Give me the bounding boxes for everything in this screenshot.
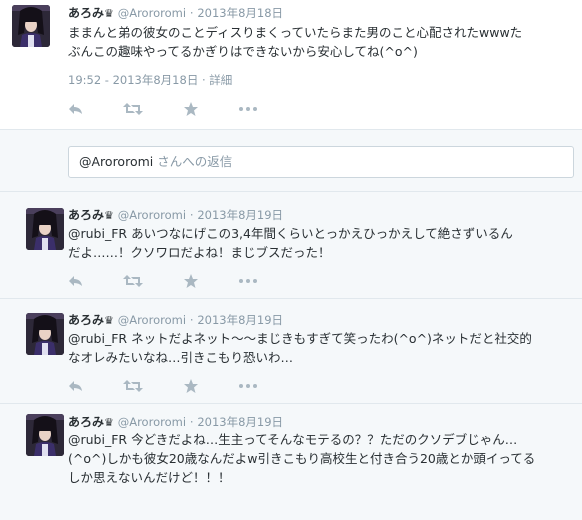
favorite-icon[interactable] <box>183 101 203 117</box>
reply-tweet: あろみ♛ @Arororomi · 2013年8月19日 @rubi_FR 今ど… <box>0 404 582 520</box>
tweet-text-line: (^o^)しかも彼女20歳なんだよw引きこもり高校生と付き合う20歳とか頭イって… <box>68 451 536 466</box>
separator: · <box>189 6 194 20</box>
tweet-actions <box>68 273 268 289</box>
tweet-text: ままんと弟の彼女のことディスりまくっていたらまた男のこと心配されたwwwた ぶん… <box>68 23 522 61</box>
separator: · <box>189 415 194 429</box>
more-icon[interactable] <box>238 101 258 117</box>
display-name[interactable]: あろみ <box>68 6 104 20</box>
reply-placeholder: さんへの返信 <box>153 154 233 169</box>
tweet-date[interactable]: 2013年8月19日 <box>197 313 283 327</box>
tweet-text-line: しか思えないんだけど！！！ <box>68 470 231 485</box>
tweet-text-line: ままんと弟の彼女のことディスりまくっていたらまた男のこと心配されたwwwた <box>68 25 523 40</box>
tweet-meta: 19:52 - 2013年8月18日 · 詳細 <box>68 72 232 88</box>
tweet-date[interactable]: 2013年8月19日 <box>197 415 283 429</box>
display-name[interactable]: あろみ <box>68 313 104 327</box>
tweet-text: @rubi_FR 今どきだよね…生主ってそんなモテるの？？ただのクソデブじゃん…… <box>68 430 535 487</box>
avatar-image <box>26 313 64 355</box>
tweet-date[interactable]: 2013年8月18日 <box>197 6 283 20</box>
display-name[interactable]: あろみ <box>68 415 104 429</box>
tweet-header: あろみ♛ @Arororomi · 2013年8月18日 <box>68 6 283 21</box>
avatar[interactable] <box>26 208 64 250</box>
reply-icon[interactable] <box>68 273 88 289</box>
username[interactable]: @Arororomi <box>118 208 186 222</box>
avatar[interactable] <box>26 313 64 355</box>
username[interactable]: @Arororomi <box>118 415 186 429</box>
retweet-icon[interactable] <box>123 273 143 289</box>
avatar-image <box>26 414 64 456</box>
tweet-text-line: なオレみたいなね…引きこもり恐いわ… <box>68 350 294 365</box>
favorite-icon[interactable] <box>183 378 203 394</box>
tweet-text-line: ぶんこの趣味やってるかぎりはできないから安心してね(^o^) <box>68 44 418 59</box>
more-icon[interactable] <box>238 273 258 289</box>
tweet-date[interactable]: 2013年8月19日 <box>197 208 283 222</box>
retweet-icon[interactable] <box>123 101 143 117</box>
tweet-timestamp: 19:52 - 2013年8月18日 <box>68 73 199 87</box>
username[interactable]: @Arororomi <box>118 6 186 20</box>
tweet-text-line: @rubi_FR ネットだよネット〜〜まじきもすぎて笑ったわ(^o^)ネットだと… <box>68 331 532 346</box>
separator: · <box>189 313 194 327</box>
tweet-text-line: @rubi_FR あいつなにげこの3,4年間くらいとっかえひっかえして絶さずいる… <box>68 226 513 241</box>
separator: · <box>189 208 194 222</box>
display-name[interactable]: あろみ <box>68 208 104 222</box>
crown-icon: ♛ <box>104 416 114 429</box>
reply-input[interactable]: @Arororomi さんへの返信 <box>68 146 574 178</box>
separator: · <box>201 73 206 87</box>
crown-icon: ♛ <box>104 314 114 327</box>
tweet-text-line: だよ……！クソワロだよね！まじブスだった！ <box>68 245 331 260</box>
more-icon[interactable] <box>238 378 258 394</box>
reply-tweet: あろみ♛ @Arororomi · 2013年8月19日 @rubi_FR ネッ… <box>0 299 582 404</box>
details-link[interactable]: 詳細 <box>209 73 232 87</box>
main-tweet: あろみ♛ @Arororomi · 2013年8月18日 ままんと弟の彼女のこと… <box>0 0 582 130</box>
avatar[interactable] <box>26 414 64 456</box>
reply-mention: @Arororomi <box>79 154 154 169</box>
username[interactable]: @Arororomi <box>118 313 186 327</box>
reply-tweet: あろみ♛ @Arororomi · 2013年8月19日 @rubi_FR あい… <box>0 192 582 299</box>
reply-icon[interactable] <box>68 378 88 394</box>
tweet-text: @rubi_FR あいつなにげこの3,4年間くらいとっかえひっかえして絶さずいる… <box>68 224 513 262</box>
tweet-header: あろみ♛ @Arororomi · 2013年8月19日 <box>68 313 283 328</box>
tweet-header: あろみ♛ @Arororomi · 2013年8月19日 <box>68 208 283 223</box>
tweet-actions <box>68 101 268 117</box>
crown-icon: ♛ <box>104 7 114 20</box>
crown-icon: ♛ <box>104 209 114 222</box>
tweet-text: @rubi_FR ネットだよネット〜〜まじきもすぎて笑ったわ(^o^)ネットだと… <box>68 329 532 367</box>
tweet-actions <box>68 378 268 394</box>
avatar-image <box>12 5 50 47</box>
avatar-image <box>26 208 64 250</box>
reply-icon[interactable] <box>68 101 88 117</box>
retweet-icon[interactable] <box>123 378 143 394</box>
tweet-header: あろみ♛ @Arororomi · 2013年8月19日 <box>68 415 283 430</box>
avatar[interactable] <box>12 5 50 47</box>
favorite-icon[interactable] <box>183 273 203 289</box>
tweet-text-line: @rubi_FR 今どきだよね…生主ってそんなモテるの？？ただのクソデブじゃん… <box>68 432 518 447</box>
